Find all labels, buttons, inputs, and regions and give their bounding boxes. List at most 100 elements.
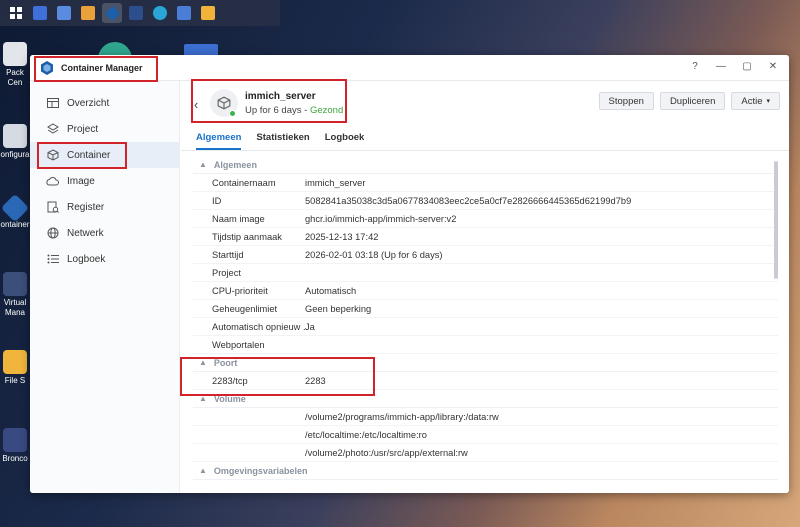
detail-row: Starttijd 2026-02-01 03:18 (Up for 6 days… <box>193 246 778 264</box>
taskbar-dashboard[interactable] <box>30 3 50 23</box>
highlight-window-title <box>34 56 158 82</box>
overview-icon <box>46 97 59 110</box>
detail-value: 2025-12-13 17:42 <box>305 231 379 242</box>
taskbar-virtual-machine[interactable] <box>126 3 146 23</box>
action-dropdown[interactable]: Actie ▾ <box>731 92 780 110</box>
sidebar-item-project[interactable]: Project <box>30 116 179 142</box>
action-label: Actie <box>741 95 763 107</box>
section-header-env[interactable]: ▲ Omgevingsvariabelen <box>193 462 778 480</box>
desktop-icon-label: ontainer <box>0 220 30 229</box>
detail-row: Project <box>193 264 778 282</box>
main-menu-button[interactable] <box>6 3 26 23</box>
detail-value: Ja <box>305 321 315 332</box>
detail-row: Geheugenlimiet Geen beperking <box>193 300 778 318</box>
sidebar-item-netwerk[interactable]: Netwerk <box>30 220 179 246</box>
detail-key: Tijdstip aanmaak <box>212 231 282 242</box>
sidebar-item-label: Register <box>67 201 105 213</box>
taskbar-control-panel[interactable] <box>54 3 74 23</box>
detail-value: 5082841a35038c3d5a0677834083eec2ce5a0cf7… <box>305 195 632 206</box>
taskbar-storage[interactable] <box>174 3 194 23</box>
caret-down-icon: ▾ <box>766 98 770 105</box>
dashboard-icon <box>33 6 47 20</box>
taskbar-file-station[interactable] <box>198 3 218 23</box>
package-center-icon <box>3 42 27 66</box>
details-list: ▲ Algemeen Containernaam immich_server ID 5… <box>193 156 778 493</box>
virtual-machine-icon <box>3 272 27 296</box>
desktop-icon-file-station[interactable]: File S <box>0 350 30 386</box>
minimize-button[interactable]: — <box>715 61 727 72</box>
bronco-icon <box>3 428 27 452</box>
detail-row: Naam image ghcr.io/immich-app/immich-serv… <box>193 210 778 228</box>
tab-divider <box>181 150 789 151</box>
registry-icon <box>46 201 59 214</box>
sidebar-item-label: Logboek <box>67 253 106 265</box>
section-header-general[interactable]: ▲ Algemeen <box>193 156 778 174</box>
detail-key: Project <box>212 267 241 278</box>
virtual-machine-icon <box>129 6 143 20</box>
desktop-icon-virtual-machine[interactable]: Virtual Mana <box>0 272 30 318</box>
maximize-button[interactable]: ▢ <box>741 61 753 72</box>
tab-bar: Algemeen Statistieken Logboek <box>196 132 364 150</box>
detail-key: Webportalen <box>212 339 265 350</box>
volume-value: /etc/localtime:/etc/localtime:ro <box>305 429 427 440</box>
control-panel-icon <box>57 6 71 20</box>
detail-key: CPU-prioriteit <box>212 285 268 296</box>
detail-row: CPU-prioriteit Automatisch <box>193 282 778 300</box>
desktop-icon-label: onfigura <box>0 150 30 159</box>
configuration-icon <box>3 124 27 148</box>
detail-key: Automatisch opnieuw ... <box>212 321 305 332</box>
detail-key: Starttijd <box>212 249 244 260</box>
sidebar-item-label: Project <box>67 123 99 135</box>
desktop-icon-bronco[interactable]: Bronco <box>0 428 30 464</box>
taskbar-container-manager[interactable] <box>102 3 122 23</box>
sidebar-item-image[interactable]: Image <box>30 168 179 194</box>
help-button[interactable]: ? <box>689 61 701 72</box>
desktop-icon-container-manager[interactable]: ontainer <box>0 193 30 230</box>
section-title: Omgevingsvariabelen <box>213 465 308 476</box>
synology-drive-icon <box>153 6 167 20</box>
desktop-icon-package-center[interactable]: Pack Cen <box>0 42 30 88</box>
grid-menu-icon <box>10 7 22 19</box>
close-button[interactable]: ✕ <box>767 61 779 72</box>
detail-value: immich_server <box>305 177 366 188</box>
volume-row: /volume2/programs/immich-app/library:/da… <box>193 408 778 426</box>
taskbar-synology-drive[interactable] <box>150 3 170 23</box>
detail-value: ghcr.io/immich-app/immich-server:v2 <box>305 213 457 224</box>
tab-statistieken[interactable]: Statistieken <box>256 132 309 150</box>
sidebar-item-register[interactable]: Register <box>30 194 179 220</box>
desktop-icon-configuration[interactable]: onfigura <box>0 124 30 160</box>
desktop-icon-label: Virtual Mana <box>3 298 27 317</box>
taskbar <box>0 0 280 26</box>
sidebar-item-label: Overzicht <box>67 97 110 109</box>
sidebar-item-label: Image <box>67 175 95 187</box>
container-manager-icon <box>0 193 30 223</box>
tab-algemeen[interactable]: Algemeen <box>196 132 242 150</box>
duplicate-button[interactable]: Dupliceren <box>659 92 726 110</box>
highlight-port-section <box>180 357 375 396</box>
detail-key: Naam image <box>212 213 265 224</box>
image-icon <box>46 175 59 188</box>
sidebar-item-logboek[interactable]: Logboek <box>30 246 179 272</box>
volume-row: /volume2/photo:/usr/src/app/external:rw <box>193 444 778 462</box>
detail-row: ID 5082841a35038c3d5a0677834083eec2ce5a0c… <box>193 192 778 210</box>
detail-value: 2026-02-01 03:18 (Up for 6 days) <box>305 249 443 260</box>
port-value: 2283 <box>305 375 326 386</box>
file-station-icon <box>3 350 27 374</box>
section-title: Algemeen <box>213 159 257 170</box>
detail-row: Automatisch opnieuw ... Ja <box>193 318 778 336</box>
detail-key: Containernaam <box>212 177 276 188</box>
sidebar-item-overzicht[interactable]: Overzicht <box>30 90 179 116</box>
detail-value: Geen beperking <box>305 303 372 314</box>
detail-key: Geheugenlimiet <box>212 303 278 314</box>
desktop-icon-label: Pack Cen <box>6 68 24 87</box>
scrollbar-thumb[interactable] <box>774 161 778 279</box>
tab-logboek[interactable]: Logboek <box>325 132 365 150</box>
taskbar-package-center[interactable] <box>78 3 98 23</box>
stop-button[interactable]: Stoppen <box>598 92 654 110</box>
volume-value: /volume2/photo:/usr/src/app/external:rw <box>305 447 468 458</box>
project-icon <box>46 123 59 136</box>
volume-value: /volume2/programs/immich-app/library:/da… <box>305 411 499 422</box>
chevron-up-icon: ▲ <box>199 466 207 475</box>
chevron-up-icon: ▲ <box>199 160 207 169</box>
container-manager-window: Container Manager ? — ▢ ✕ Overzicht Proj… <box>30 55 789 493</box>
